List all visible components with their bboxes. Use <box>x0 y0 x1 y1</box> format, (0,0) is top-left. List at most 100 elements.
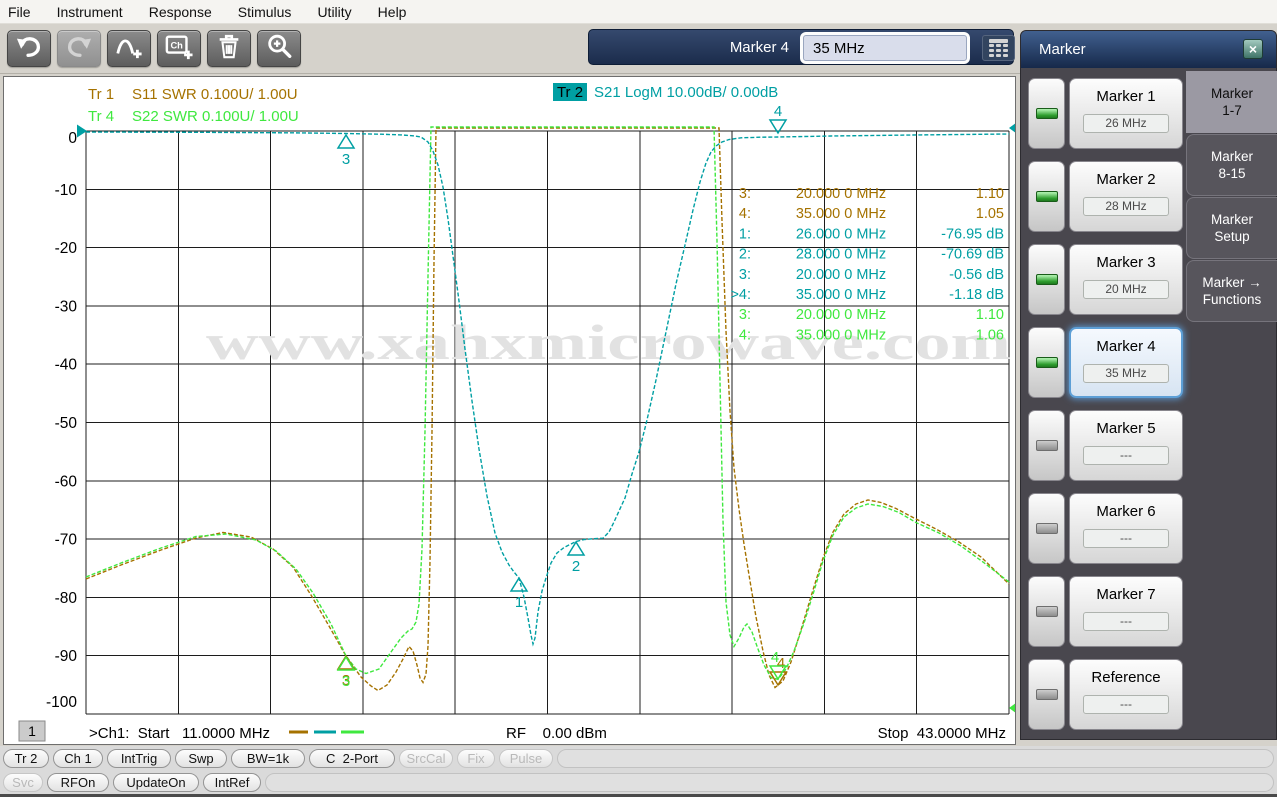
tab-label-line2: Functions <box>1202 292 1262 307</box>
readout-marker-number: 4: <box>739 327 751 343</box>
menu-item-instrument[interactable]: Instrument <box>57 4 123 20</box>
status-button-intref[interactable]: IntRef <box>203 772 261 792</box>
menu-item-stimulus[interactable]: Stimulus <box>238 4 292 20</box>
trace2-id: Tr 2 <box>557 84 583 101</box>
status-button-srccal[interactable]: SrcCal <box>399 748 453 768</box>
led-toggle-marker-5[interactable] <box>1028 410 1065 481</box>
marker-button-title: Marker 4 <box>1096 338 1156 355</box>
readout-frequency: 35.000 0 MHz <box>796 206 886 222</box>
trace4-label: S22 SWR 0.100U/ 1.00U <box>132 108 299 125</box>
led-toggle-marker-1[interactable] <box>1028 78 1065 149</box>
y-axis-label: -50 <box>55 415 78 432</box>
tab-label-line2: 1-7 <box>1222 103 1242 118</box>
marker-button-value: 26 MHz <box>1083 114 1169 133</box>
trace4-id: Tr 4 <box>88 108 114 125</box>
marker-button-title: Marker 3 <box>1096 254 1156 271</box>
marker-button-value: --- <box>1083 446 1169 465</box>
status-button-svc[interactable]: Svc <box>3 772 43 792</box>
marker-button-marker-1[interactable]: Marker 1 26 MHz <box>1069 78 1183 149</box>
led-toggle-marker-6[interactable] <box>1028 493 1065 564</box>
led-toggle-reference[interactable] <box>1028 659 1065 730</box>
marker-button-title: Reference <box>1091 669 1161 686</box>
marker-button-marker-2[interactable]: Marker 2 28 MHz <box>1069 161 1183 232</box>
menu-item-file[interactable]: File <box>8 4 31 20</box>
y-axis-label: -90 <box>55 648 78 665</box>
tab-label-line1: Marker <box>1210 212 1253 227</box>
y-axis-label: -20 <box>55 240 78 257</box>
readout-marker-number: 3: <box>739 267 751 283</box>
marker-button-marker-6[interactable]: Marker 6 --- <box>1069 493 1183 564</box>
marker-button-value: 20 MHz <box>1083 280 1169 299</box>
led-toggle-marker-2[interactable] <box>1028 161 1065 232</box>
trace-marker-label: 3 <box>342 673 350 690</box>
channel-number: 1 <box>28 723 36 739</box>
status-button-c-2-port[interactable]: C 2-Port <box>309 748 395 768</box>
readout-value: -76.95 dB <box>941 226 1004 242</box>
status-tray <box>557 748 1274 768</box>
readout-value: 1.06 <box>976 327 1004 343</box>
menu-item-help[interactable]: Help <box>378 4 407 20</box>
marker-button-value: --- <box>1083 695 1169 714</box>
tab-marker-functions[interactable]: Marker → Functions <box>1186 260 1277 322</box>
keypad-button[interactable] <box>982 35 1015 61</box>
tab-marker-setup[interactable]: Marker Setup <box>1186 197 1277 259</box>
marker-frequency-input[interactable] <box>803 35 967 61</box>
readout-frequency: 20.000 0 MHz <box>796 307 886 323</box>
status-button-row-2: Svc RFOn UpdateOn IntRef <box>0 770 1277 794</box>
plot-overlay: 0 -10 -20 -30 -40 -50 -60 -70 -80 -90 -100 Tr 1 S11 … <box>18 83 1015 742</box>
readout-value: 1.05 <box>976 206 1004 222</box>
trace-marker-label: 2 <box>572 558 580 575</box>
readout-value: -70.69 dB <box>941 247 1004 263</box>
delete-button[interactable] <box>207 30 251 67</box>
reference-level-icon <box>1009 123 1015 133</box>
undo-icon <box>14 33 44 64</box>
marker-button-marker-5[interactable]: Marker 5 --- <box>1069 410 1183 481</box>
marker-button-marker-4[interactable]: Marker 4 35 MHz <box>1069 327 1183 398</box>
readout-marker-number: 3: <box>739 307 751 323</box>
led-toggle-marker-4[interactable] <box>1028 327 1065 398</box>
marker-button-marker-3[interactable]: Marker 3 20 MHz <box>1069 244 1183 315</box>
led-toggle-marker-3[interactable] <box>1028 244 1065 315</box>
trace-marker-label: 4 <box>771 649 779 666</box>
svg-text:Ch: Ch <box>170 40 183 50</box>
tab-marker-8-15[interactable]: Marker 8-15 <box>1186 134 1277 196</box>
zoom-button[interactable] <box>257 30 301 67</box>
status-button-row-1: Tr 2 Ch 1 IntTrig Swp BW=1k C 2-Port SrcCal Fix… <box>0 746 1277 770</box>
undo-button[interactable] <box>7 30 51 67</box>
watermark: www.xahxmicrowave.com <box>206 314 1011 370</box>
trace-marker-label: 3 <box>342 151 350 168</box>
marker-button-marker-7[interactable]: Marker 7 --- <box>1069 576 1183 647</box>
readout-value: -1.18 dB <box>949 287 1004 303</box>
marker-button-title: Marker 2 <box>1096 171 1156 188</box>
tab-marker-1-7[interactable]: Marker 1-7 <box>1186 71 1277 133</box>
channel-start-text: >Ch1: Start 11.0000 MHz <box>89 725 270 742</box>
marker-button-reference[interactable]: Reference --- <box>1069 659 1183 730</box>
zoom-icon <box>264 32 294 65</box>
y-axis-label: -30 <box>55 298 78 315</box>
readout-marker-number: 3: <box>739 186 751 202</box>
status-button-updateon[interactable]: UpdateOn <box>113 772 199 792</box>
reference-level-icon <box>1009 703 1015 713</box>
readout-value: 1.10 <box>976 186 1004 202</box>
status-button-tr-2[interactable]: Tr 2 <box>3 748 49 768</box>
menu-item-utility[interactable]: Utility <box>317 4 351 20</box>
led-indicator-icon <box>1035 274 1058 285</box>
status-button-rfon[interactable]: RFOn <box>47 772 109 792</box>
status-button-swp[interactable]: Swp <box>175 748 227 768</box>
add-trace-button[interactable] <box>107 30 151 67</box>
trace-marker-label: 4 <box>774 103 782 120</box>
marker-button-value: --- <box>1083 612 1169 631</box>
add-channel-button[interactable]: Ch <box>157 30 201 67</box>
menu-item-response[interactable]: Response <box>149 4 212 20</box>
marker-button-title: Marker 5 <box>1096 420 1156 437</box>
status-button-pulse[interactable]: Pulse <box>499 748 553 768</box>
status-button-inttrig[interactable]: IntTrig <box>107 748 171 768</box>
close-icon[interactable]: × <box>1243 39 1263 59</box>
status-button-bw-1k[interactable]: BW=1k <box>231 748 305 768</box>
tab-label-line1: Marker <box>1210 149 1253 164</box>
led-toggle-marker-7[interactable] <box>1028 576 1065 647</box>
led-indicator-icon <box>1035 357 1058 368</box>
redo-button[interactable] <box>57 30 101 67</box>
status-button-ch-1[interactable]: Ch 1 <box>53 748 103 768</box>
status-button-fix[interactable]: Fix <box>457 748 495 768</box>
